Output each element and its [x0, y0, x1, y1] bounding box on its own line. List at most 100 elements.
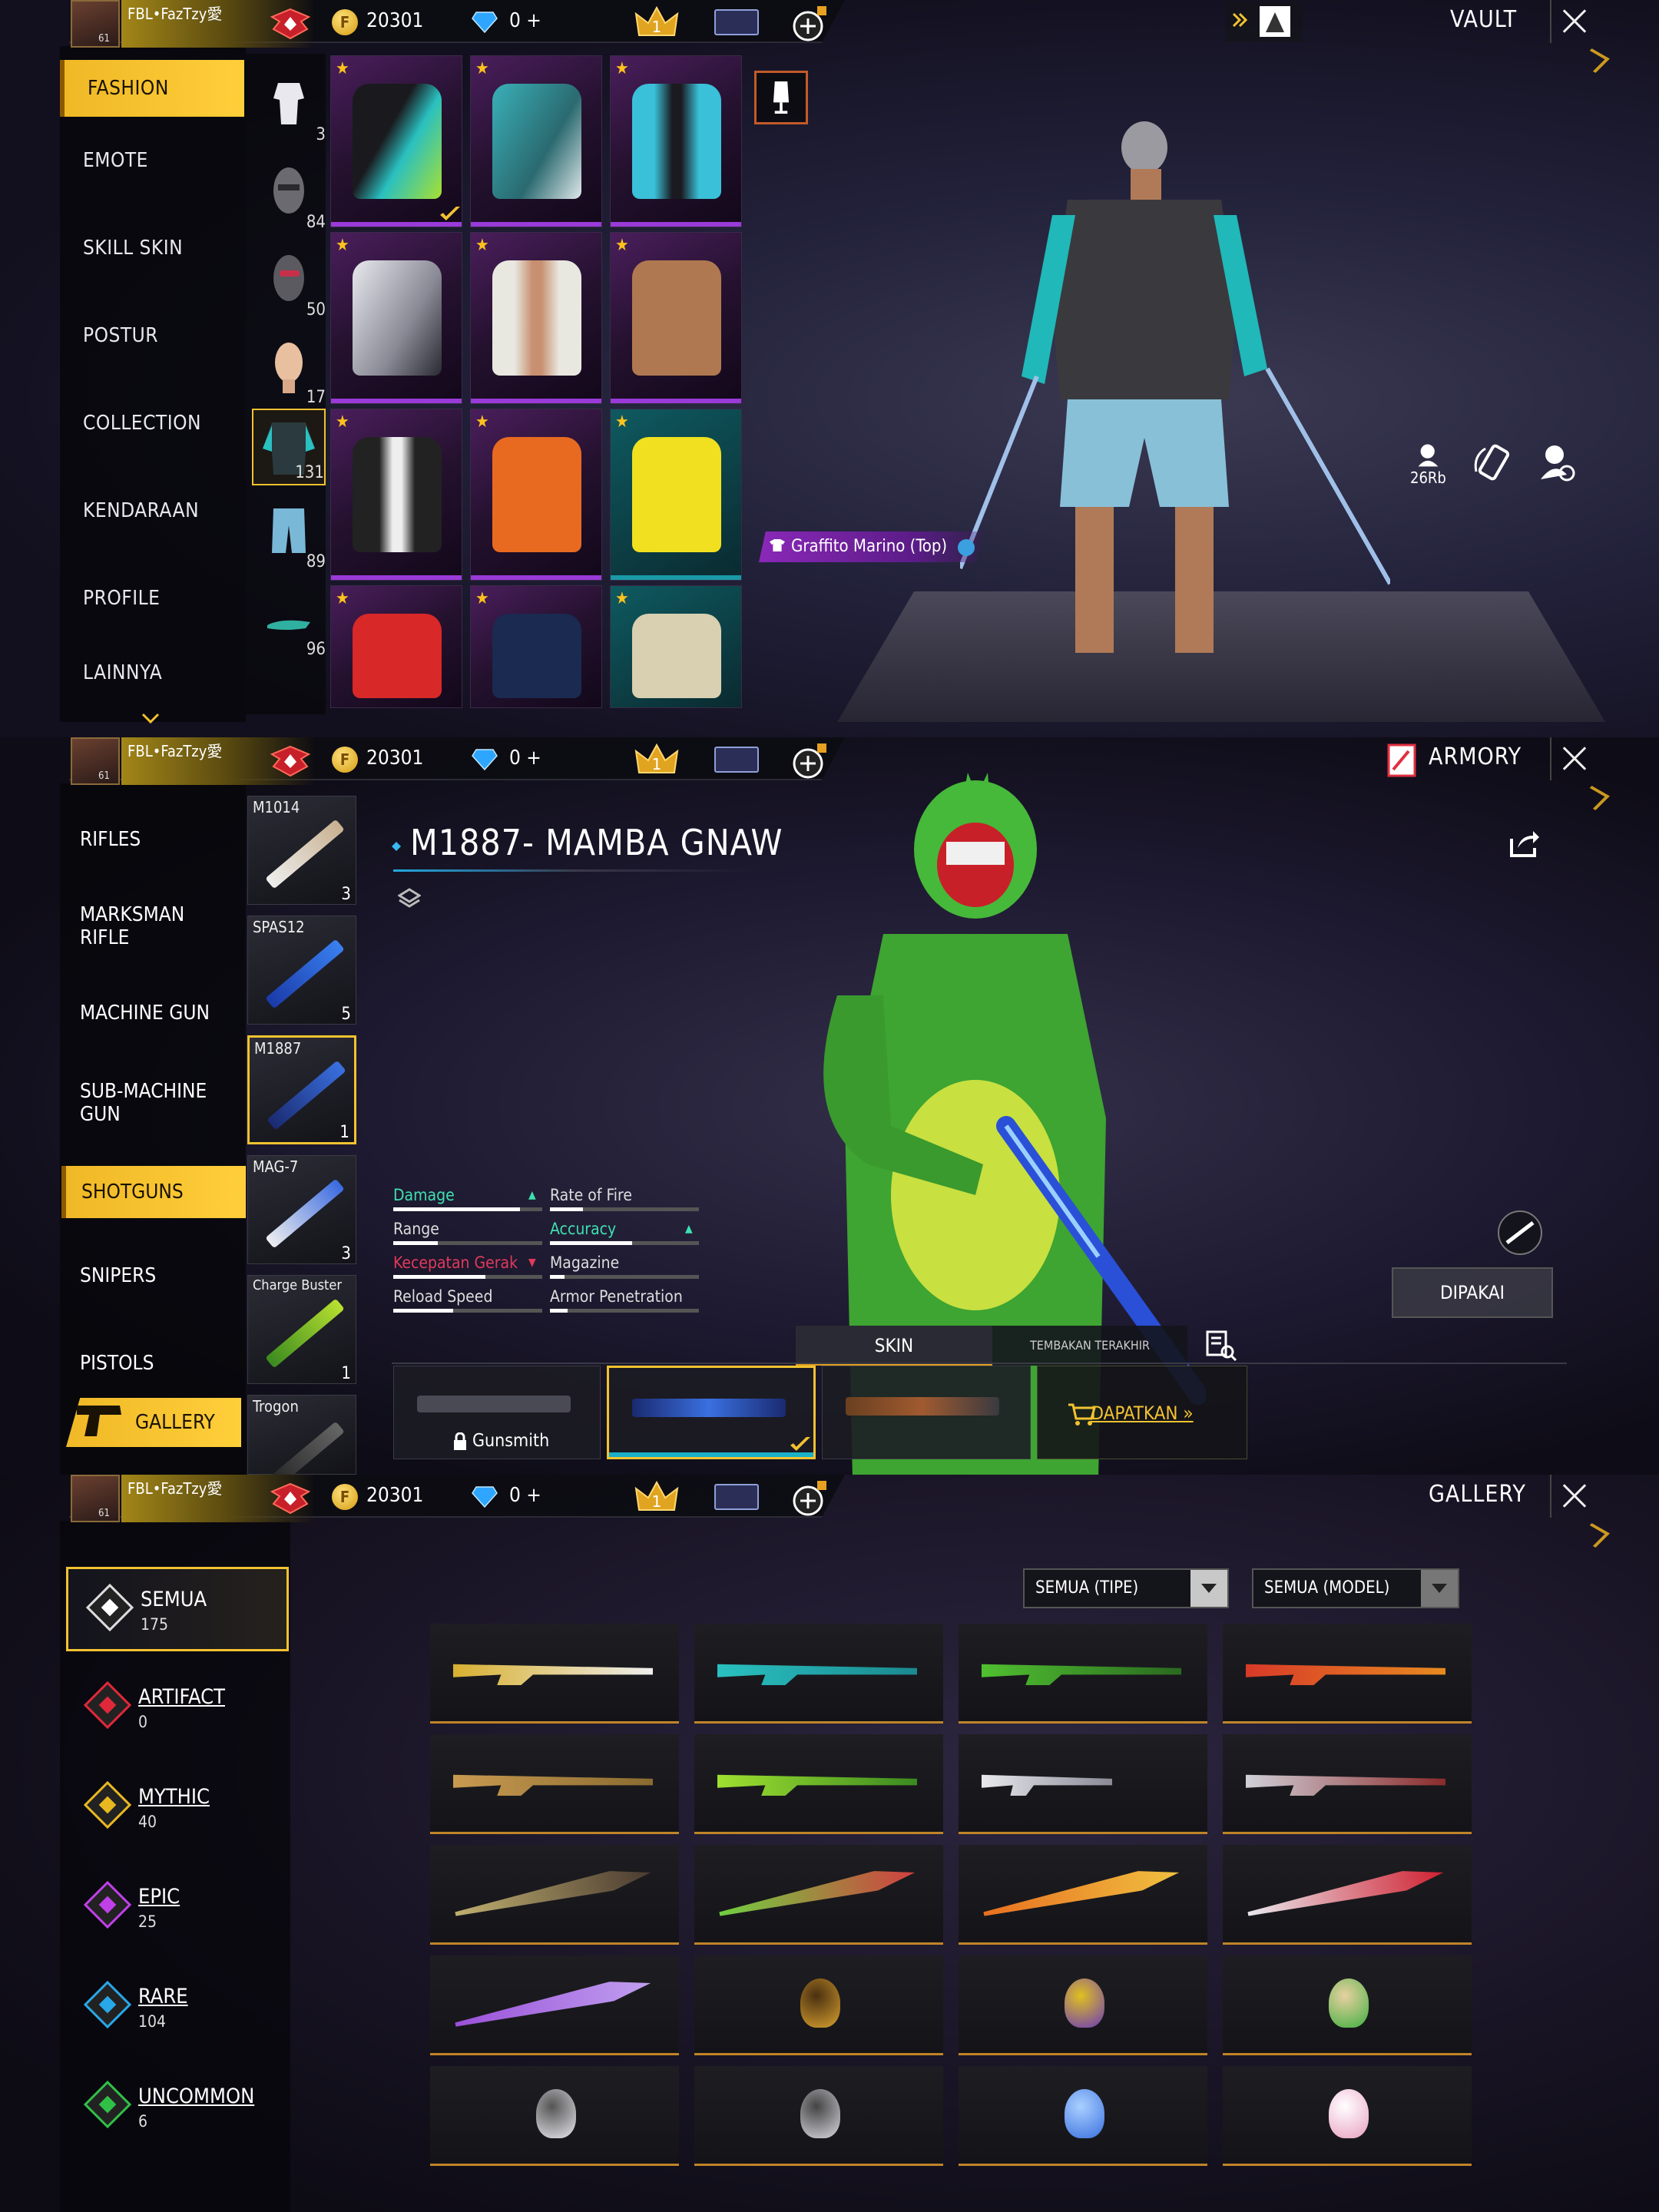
close-button[interactable] [1550, 1475, 1594, 1518]
avatar[interactable]: 61 [71, 737, 120, 785]
gallery-item[interactable] [694, 1845, 943, 1945]
gallery-item[interactable] [694, 1955, 943, 2055]
gallery-item[interactable] [959, 2066, 1207, 2166]
category-shoes[interactable]: 96 [252, 584, 326, 661]
gallery-item[interactable] [959, 1955, 1207, 2055]
gallery-item[interactable] [1223, 1845, 1472, 1945]
equipped-button[interactable]: DIPAKAI [1392, 1267, 1553, 1318]
menu-skill-skin[interactable]: SKILL SKIN [60, 204, 244, 292]
weapon-card[interactable]: M1887 1 [247, 1035, 356, 1144]
rank-stack-icon[interactable] [398, 888, 421, 911]
get-button[interactable]: DAPATKAN » [1037, 1366, 1247, 1459]
weapon-card[interactable]: Charge Buster 1 [247, 1275, 356, 1384]
rank-badge-icon[interactable] [269, 743, 312, 779]
elite-pass-icon[interactable] [714, 747, 759, 773]
gallery-item[interactable] [1223, 1734, 1472, 1834]
gallery-item[interactable] [430, 1624, 679, 1724]
weapon-card[interactable]: M1014 3 [247, 796, 356, 905]
menu-marksman-rifle[interactable]: MARKSMAN RIFLE [80, 903, 218, 949]
avatar[interactable]: 61 [71, 1475, 120, 1522]
inspect-icon[interactable] [1204, 1329, 1238, 1361]
like-button[interactable]: 26Rb [1407, 441, 1452, 487]
gallery-item[interactable] [1223, 1955, 1472, 2055]
menu-lainnya[interactable]: LAINNYA [60, 642, 244, 704]
fashion-item[interactable]: ★ [610, 409, 742, 581]
diamond-amount[interactable]: 0 + [509, 9, 541, 32]
gallery-item[interactable] [1223, 1624, 1472, 1724]
gallery-item[interactable] [430, 2066, 679, 2166]
category-jacket[interactable]: 131 [252, 409, 326, 485]
menu-snipers[interactable]: SNIPERS [80, 1264, 156, 1287]
rarity-semua[interactable]: SEMUA 175 [66, 1567, 289, 1651]
gallery-item[interactable] [1223, 2066, 1472, 2166]
tab-recent-shots[interactable]: TEMBAKAN TERAKHIR [992, 1326, 1187, 1366]
weapon-swap-icon[interactable] [1496, 1209, 1544, 1257]
fashion-item[interactable]: ★ [470, 585, 602, 708]
selected-item-label[interactable]: Graffito Marino (Top) [759, 531, 985, 562]
fashion-item[interactable]: ★ [330, 232, 462, 404]
skin-mamba-gnaw[interactable] [607, 1366, 816, 1459]
event-gift-icon[interactable] [791, 1479, 830, 1516]
rarity-epic[interactable]: EPIC 25 [66, 1866, 289, 1951]
gallery-item[interactable] [430, 1734, 679, 1834]
preview-eye-icon[interactable] [1535, 441, 1579, 485]
rarity-artifact[interactable]: ARTIFACT 0 [66, 1667, 289, 1751]
model-filter-dropdown[interactable]: SEMUA (MODEL) [1252, 1568, 1459, 1608]
rank-badge-icon[interactable] [269, 6, 312, 41]
fashion-item[interactable]: ★ [330, 55, 462, 227]
menu-sub-machine-gun[interactable]: SUB-MACHINE GUN [80, 1080, 226, 1126]
rarity-rare[interactable]: RARE 104 [66, 1966, 289, 2051]
menu-profile[interactable]: PROFILE [60, 555, 244, 642]
scroll-down-icon[interactable] [141, 713, 160, 724]
fashion-item[interactable]: ★ [330, 585, 462, 708]
weapon-card[interactable]: SPAS12 5 [247, 916, 356, 1025]
skin-locked-gunsmith[interactable]: Gunsmith [393, 1366, 601, 1459]
fashion-item[interactable]: ★ [330, 409, 462, 581]
gallery-item[interactable] [959, 1845, 1207, 1945]
crown-rank-icon[interactable]: 1 [634, 5, 679, 43]
gallery-item[interactable] [430, 1955, 679, 2055]
close-button[interactable] [1550, 737, 1594, 780]
elite-pass-icon[interactable] [714, 9, 759, 35]
menu-collection[interactable]: COLLECTION [60, 379, 244, 467]
rank-badge-icon[interactable] [269, 1481, 312, 1516]
category-glasses[interactable]: 50 [252, 244, 326, 321]
tab-skin[interactable]: SKIN [796, 1326, 992, 1366]
close-button[interactable] [1550, 0, 1594, 43]
diamond-amount[interactable]: 0 + [509, 1484, 541, 1507]
mannequin-button[interactable] [754, 71, 808, 124]
shortcut-icon[interactable] [1226, 2, 1303, 41]
rarity-mythic[interactable]: MYTHIC 40 [66, 1767, 289, 1851]
menu-machine-gun[interactable]: MACHINE GUN [80, 1002, 210, 1025]
weapon-card[interactable]: Trogon [247, 1395, 356, 1475]
fashion-item[interactable]: ★ [470, 232, 602, 404]
category-head[interactable]: 17 [252, 332, 326, 409]
share-icon[interactable] [1507, 828, 1541, 859]
weapon-card[interactable]: MAG-7 3 [247, 1155, 356, 1264]
menu-shotguns[interactable]: SHOTGUNS [61, 1166, 246, 1218]
menu-kendaraan[interactable]: KENDARAAN [60, 467, 244, 555]
event-gift-icon[interactable] [791, 5, 830, 41]
gallery-item[interactable] [959, 1624, 1207, 1724]
fashion-item[interactable]: ★ [470, 409, 602, 581]
crown-rank-icon[interactable]: 1 [634, 742, 679, 780]
skin-wood[interactable] [822, 1366, 1031, 1459]
fashion-item[interactable]: ★ [610, 232, 742, 404]
gallery-item[interactable] [694, 1734, 943, 1834]
gallery-item[interactable] [430, 1845, 679, 1945]
type-filter-dropdown[interactable]: SEMUA (TIPE) [1023, 1568, 1229, 1608]
elite-pass-icon[interactable] [714, 1484, 759, 1510]
diamond-amount[interactable]: 0 + [509, 747, 541, 770]
menu-fashion[interactable]: FASHION [60, 60, 244, 117]
fashion-item[interactable]: ★ [470, 55, 602, 227]
gallery-item[interactable] [694, 1624, 943, 1724]
menu-postur[interactable]: POSTUR [60, 292, 244, 379]
category-outfit[interactable]: 3 [252, 69, 326, 146]
category-mask[interactable]: 84 [252, 157, 326, 233]
crown-rank-icon[interactable]: 1 [634, 1479, 679, 1518]
fashion-item[interactable]: ★ [610, 585, 742, 708]
menu-rifles[interactable]: RIFLES [80, 828, 141, 851]
rotate-view-icon[interactable] [1472, 441, 1516, 485]
menu-pistols[interactable]: PISTOLS [80, 1352, 154, 1375]
rarity-uncommon[interactable]: UNCOMMON 6 [66, 2066, 289, 2151]
